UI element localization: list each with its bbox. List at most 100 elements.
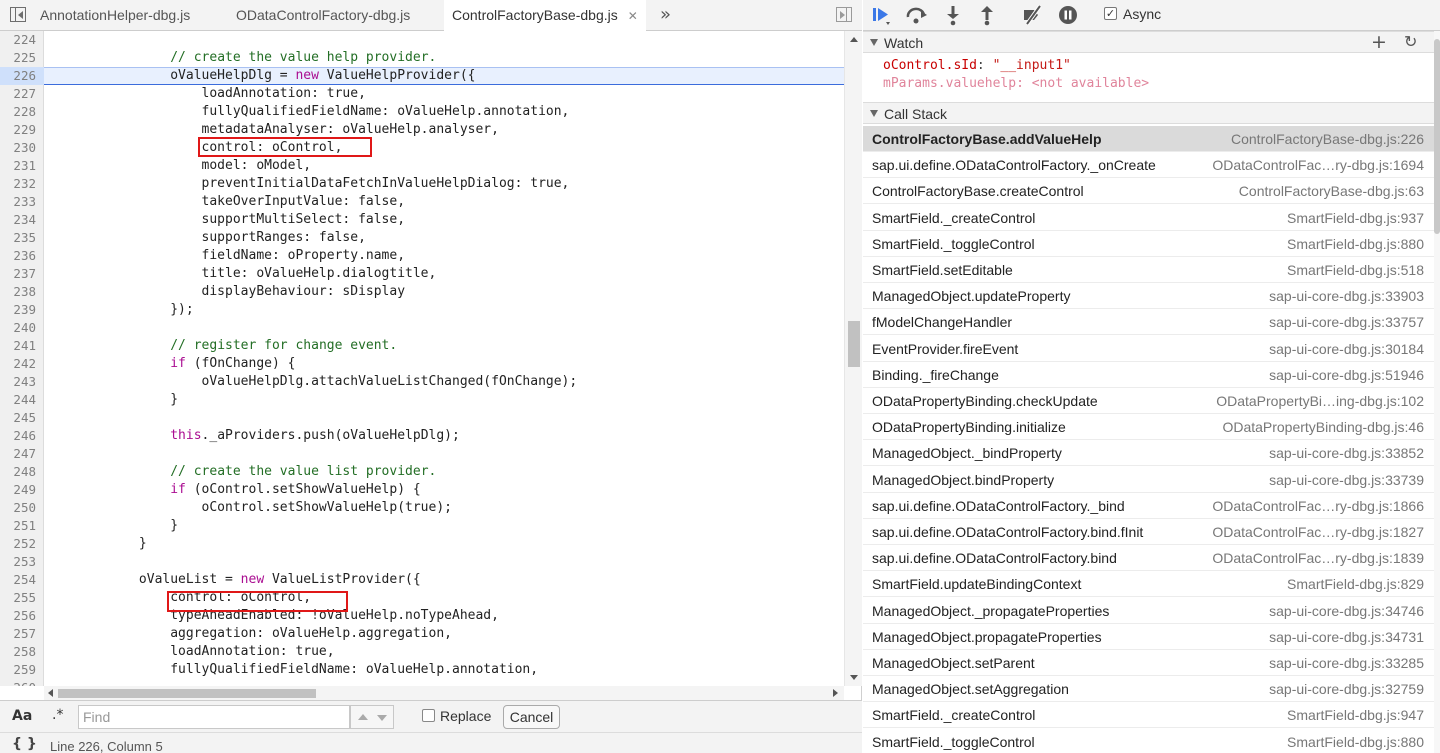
regex-button[interactable]: .*	[52, 707, 63, 723]
code-line[interactable]: 225 // create the value help provider.	[0, 49, 844, 67]
scroll-left-icon[interactable]	[48, 689, 53, 697]
replace-label[interactable]: Replace	[440, 708, 491, 724]
code-line[interactable]: 238 displayBehaviour: sDisplay	[0, 283, 844, 301]
line-number[interactable]: 243	[0, 373, 36, 391]
line-number[interactable]: 235	[0, 229, 36, 247]
expand-triangle-icon[interactable]	[870, 110, 878, 117]
frame-location[interactable]: ControlFactoryBase-dbg.js:226	[1231, 131, 1424, 147]
callstack-section-header[interactable]: Call Stack	[863, 102, 1434, 124]
code-line[interactable]: 248 // create the value list provider.	[0, 463, 844, 481]
code-line[interactable]: 247	[0, 445, 844, 463]
call-frame[interactable]: ControlFactoryBase.createControl ControlF…	[863, 178, 1434, 205]
frame-location[interactable]: sap-ui-core-dbg.js:33757	[1269, 314, 1424, 330]
code-line[interactable]: 242 if (fOnChange) {	[0, 355, 844, 373]
frame-location[interactable]: sap-ui-core-dbg.js:33739	[1269, 472, 1424, 488]
code-line[interactable]: 256 typeAheadEnabled: !oValueHelp.noType…	[0, 607, 844, 625]
frame-location[interactable]: ODataPropertyBi…ing-dbg.js:102	[1216, 393, 1424, 409]
step-over-icon[interactable]	[904, 3, 930, 27]
code-line[interactable]: 230 control: oControl,	[0, 139, 844, 157]
add-watch-icon[interactable]: +	[1371, 31, 1387, 53]
line-number[interactable]: 226	[0, 67, 44, 85]
watch-section-header[interactable]: Watch + ↻	[863, 31, 1434, 53]
line-number[interactable]: 246	[0, 427, 36, 445]
line-number[interactable]: 257	[0, 625, 36, 643]
call-frame[interactable]: ODataPropertyBinding.checkUpdate ODataPro…	[863, 388, 1434, 414]
frame-location[interactable]: sap-ui-core-dbg.js:33903	[1269, 288, 1424, 304]
call-frame[interactable]: sap.ui.define.ODataControlFactory._bind O…	[863, 493, 1434, 519]
call-frame[interactable]: Binding._fireChange sap-ui-core-dbg.js:51…	[863, 362, 1434, 388]
frame-location[interactable]: SmartField-dbg.js:937	[1287, 210, 1424, 226]
call-frame[interactable]: ManagedObject.setParent sap-ui-core-dbg.j…	[863, 650, 1434, 676]
call-frame[interactable]: ManagedObject.updateProperty sap-ui-core-…	[863, 283, 1434, 310]
line-number[interactable]: 254	[0, 571, 36, 589]
scroll-right-icon[interactable]	[833, 689, 838, 697]
code-line[interactable]: 259 fullyQualifiedFieldName: oValueHelp.…	[0, 661, 844, 679]
code-line[interactable]: 233 takeOverInputValue: false,	[0, 193, 844, 211]
line-number[interactable]: 234	[0, 211, 36, 229]
frame-location[interactable]: SmartField-dbg.js:518	[1287, 262, 1424, 278]
line-number[interactable]: 225	[0, 49, 36, 67]
line-number[interactable]: 237	[0, 265, 36, 283]
line-number[interactable]: 241	[0, 337, 36, 355]
call-frame[interactable]: fModelChangeHandler sap-ui-core-dbg.js:33…	[863, 309, 1434, 336]
line-number[interactable]: 230	[0, 139, 36, 157]
line-number[interactable]: 242	[0, 355, 36, 373]
refresh-icon[interactable]: ↻	[1404, 32, 1417, 51]
frame-location[interactable]: ControlFactoryBase-dbg.js:63	[1239, 183, 1424, 199]
line-number[interactable]: 227	[0, 85, 36, 103]
cancel-button[interactable]: Cancel	[503, 705, 560, 729]
pretty-print-icon[interactable]: { }	[12, 736, 37, 752]
more-tabs-icon[interactable]: »	[660, 4, 671, 25]
async-checkbox[interactable]: ✓	[1104, 7, 1117, 20]
tab-odatacontrolfactory[interactable]: ODataControlFactory-dbg.js	[228, 0, 418, 31]
expand-triangle-icon[interactable]	[870, 39, 878, 46]
line-number[interactable]: 224	[0, 31, 36, 49]
deactivate-breakpoints-icon[interactable]	[1020, 3, 1046, 27]
frame-location[interactable]: SmartField-dbg.js:880	[1287, 734, 1424, 750]
code-line[interactable]: 254 oValueList = new ValueListProvider({	[0, 571, 844, 589]
line-number[interactable]: 255	[0, 589, 36, 607]
frame-location[interactable]: ODataPropertyBinding-dbg.js:46	[1222, 419, 1424, 435]
code-line[interactable]: 252 }	[0, 535, 844, 553]
line-number[interactable]: 251	[0, 517, 36, 535]
code-line[interactable]: 235 supportRanges: false,	[0, 229, 844, 247]
code-line[interactable]: 224	[0, 31, 844, 49]
line-number[interactable]: 252	[0, 535, 36, 553]
call-frame[interactable]: ManagedObject._bindProperty sap-ui-core-d…	[863, 440, 1434, 467]
code-line[interactable]: 241 // register for change event.	[0, 337, 844, 355]
code-line[interactable]: 250 oControl.setShowValueHelp(true);	[0, 499, 844, 517]
frame-location[interactable]: ODataControlFac…ry-dbg.js:1694	[1212, 157, 1424, 173]
line-number[interactable]: 232	[0, 175, 36, 193]
code-line[interactable]: 260	[0, 679, 844, 686]
call-frame[interactable]: SmartField.updateBindingContext SmartFiel…	[863, 571, 1434, 598]
pause-on-exceptions-icon[interactable]	[1055, 3, 1081, 27]
line-number[interactable]: 247	[0, 445, 36, 463]
call-frame[interactable]: SmartField._toggleControl SmartField-dbg.…	[863, 231, 1434, 257]
call-frame[interactable]: ManagedObject.setAggregation sap-ui-core-…	[863, 676, 1434, 703]
line-number[interactable]: 253	[0, 553, 36, 571]
call-frame[interactable]: sap.ui.define.ODataControlFactory.bind OD…	[863, 545, 1434, 572]
line-number[interactable]: 245	[0, 409, 36, 427]
resume-icon[interactable]	[869, 3, 895, 27]
code-line[interactable]: 227 loadAnnotation: true,	[0, 85, 844, 103]
call-frame[interactable]: ControlFactoryBase.addValueHelp ControlFa…	[863, 126, 1434, 152]
line-number[interactable]: 260	[0, 679, 36, 686]
line-number[interactable]: 249	[0, 481, 36, 499]
call-frame[interactable]: ManagedObject._propagateProperties sap-ui…	[863, 598, 1434, 624]
code-line[interactable]: 229 metadataAnalyser: oValueHelp.analyse…	[0, 121, 844, 139]
find-input[interactable]	[78, 705, 350, 729]
code-line[interactable]: 253	[0, 553, 844, 571]
line-number[interactable]: 229	[0, 121, 36, 139]
line-number[interactable]: 248	[0, 463, 36, 481]
toggle-navigator-icon[interactable]	[10, 7, 26, 22]
frame-location[interactable]: sap-ui-core-dbg.js:32759	[1269, 681, 1424, 697]
call-frame[interactable]: sap.ui.define.ODataControlFactory._onCre…	[863, 152, 1434, 179]
line-number[interactable]: 233	[0, 193, 36, 211]
code-line[interactable]: 231 model: oModel,	[0, 157, 844, 175]
line-number[interactable]: 228	[0, 103, 36, 121]
code-line[interactable]: 258 loadAnnotation: true,	[0, 643, 844, 661]
frame-location[interactable]: ODataControlFac…ry-dbg.js:1827	[1212, 524, 1424, 540]
line-number[interactable]: 238	[0, 283, 36, 301]
call-frame[interactable]: sap.ui.define.ODataControlFactory.bind.f…	[863, 519, 1434, 545]
code-line[interactable]: 236 fieldName: oProperty.name,	[0, 247, 844, 265]
